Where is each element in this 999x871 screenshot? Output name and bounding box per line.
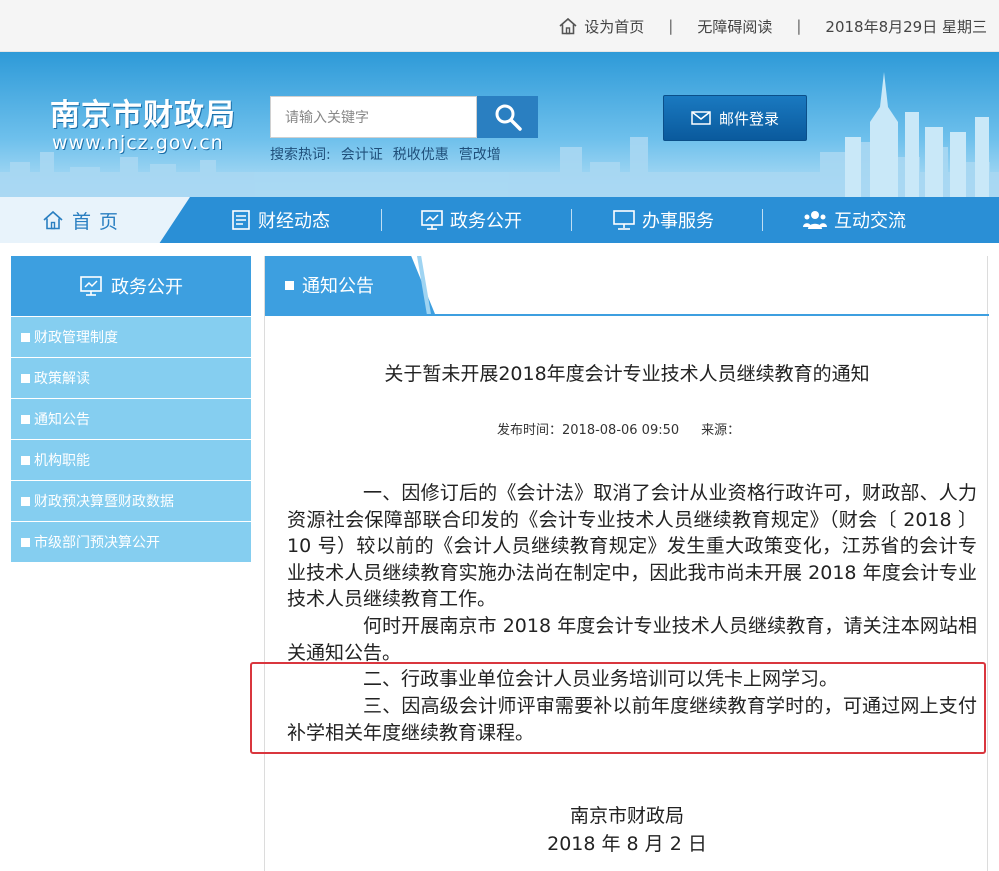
nav-item-label: 财经动态 — [258, 211, 330, 232]
nav-divider — [571, 209, 572, 231]
signature-date: 2018 年 8 月 2 日 — [547, 833, 707, 855]
sidebar-item-label: 市级部门预决算公开 — [34, 535, 160, 551]
header-banner: 南京市财政局 www.njcz.gov.cn 请输入关键字 搜索热词: 会计证 … — [0, 52, 999, 197]
document-icon — [232, 210, 250, 230]
main-nav: 首页 财经动态 政务公开 办事服务 互动交流 — [0, 197, 999, 243]
sidebar-item-label: 财政管理制度 — [34, 330, 118, 346]
site-url: www.njcz.gov.cn — [52, 132, 224, 154]
bullet-square-icon — [21, 332, 30, 342]
sidebar-title: 政务公开 — [11, 256, 251, 316]
sidebar-item-dept-budget[interactable]: 市级部门预决算公开 — [11, 522, 251, 562]
top-bar: 设为首页 | 无障碍阅读 | 2018年8月29日 星期三 — [0, 0, 999, 52]
sidebar-title-label: 政务公开 — [111, 277, 183, 298]
hot-search-words: 搜索热词: 会计证 税收优惠 营改增 — [270, 144, 501, 164]
search-placeholder: 请输入关键字 — [285, 110, 369, 126]
site-logo-text[interactable]: 南京市财政局 — [50, 90, 236, 134]
nav-item-label: 政务公开 — [450, 211, 522, 232]
nav-item-services[interactable]: 办事服务 — [612, 197, 714, 243]
article-paragraph: 何时开展南京市 2018 年度会计专业技术人员继续教育，请关注本网站相关通知公告… — [287, 615, 977, 664]
set-home-link[interactable]: 设为首页 — [558, 16, 644, 37]
computer-icon — [613, 210, 635, 230]
bullet-square-icon — [21, 537, 30, 547]
tab-label: 通知公告 — [302, 276, 374, 297]
separator: | — [668, 17, 674, 35]
bullet-square-icon — [21, 373, 30, 383]
sidebar-item-label: 财政预决算暨财政数据 — [34, 494, 174, 510]
tab-notices[interactable]: 通知公告 — [265, 256, 435, 314]
monitor-chart-icon — [421, 210, 443, 230]
nav-home[interactable]: 首页 — [0, 197, 190, 243]
people-icon — [803, 211, 827, 229]
monitor-chart-icon — [80, 276, 102, 296]
home-icon — [43, 210, 63, 230]
article-panel: 通知公告 关于暂未开展2018年度会计专业技术人员继续教育的通知 发布时间：20… — [264, 256, 989, 871]
accessible-reading-link[interactable]: 无障碍阅读 — [697, 16, 772, 37]
signature-org: 南京市财政局 — [569, 805, 684, 827]
hot-word-link[interactable]: 会计证 — [341, 144, 383, 164]
search-button[interactable] — [477, 96, 538, 138]
article-meta: 发布时间：2018-08-06 09:50 来源： — [497, 419, 762, 438]
separator: | — [796, 17, 802, 35]
nav-item-label: 互动交流 — [834, 211, 906, 232]
hot-search-label: 搜索热词: — [270, 147, 331, 163]
current-date: 2018年8月29日 星期三 — [825, 17, 987, 36]
envelope-icon — [691, 111, 711, 125]
article-paragraph: 一、因修订后的《会计法》取消了会计从业资格行政许可，财政部、人力资源社会保障部联… — [287, 482, 977, 610]
bullet-square-icon — [285, 280, 294, 290]
sidebar: 政务公开 财政管理制度 政策解读 通知公告 机构职能 财政预决算暨财政数据 市级… — [11, 256, 251, 562]
sidebar-item-finance-rules[interactable]: 财政管理制度 — [11, 317, 251, 357]
hot-word-link[interactable]: 营改增 — [459, 144, 501, 164]
nav-divider — [762, 209, 763, 231]
highlight-annotation-box — [250, 662, 986, 754]
hot-word-link[interactable]: 税收优惠 — [393, 144, 449, 164]
sidebar-item-budget-data[interactable]: 财政预决算暨财政数据 — [11, 481, 251, 521]
content-tab-bar: 通知公告 — [265, 256, 989, 316]
sidebar-item-notices[interactable]: 通知公告 — [11, 399, 251, 439]
publish-time: 发布时间：2018-08-06 09:50 — [497, 423, 680, 438]
set-home-label: 设为首页 — [584, 17, 645, 36]
sidebar-item-label: 政策解读 — [34, 371, 90, 387]
home-icon — [559, 17, 577, 35]
article-title: 关于暂未开展2018年度会计专业技术人员继续教育的通知 — [384, 363, 870, 385]
sidebar-item-functions[interactable]: 机构职能 — [11, 440, 251, 480]
sidebar-item-policy[interactable]: 政策解读 — [11, 358, 251, 398]
nav-item-government-affairs[interactable]: 政务公开 — [420, 197, 522, 243]
sidebar-item-label: 通知公告 — [34, 412, 90, 428]
article-source: 来源： — [701, 423, 741, 438]
mail-login-label: 邮件登录 — [718, 109, 779, 128]
nav-item-interaction[interactable]: 互动交流 — [802, 197, 906, 243]
nav-home-label: 首页 — [72, 210, 127, 233]
mail-login-button[interactable]: 邮件登录 — [663, 95, 807, 141]
top-bar-links: 设为首页 | 无障碍阅读 | 2018年8月29日 星期三 — [558, 0, 987, 52]
nav-item-label: 办事服务 — [642, 211, 714, 232]
nav-divider — [381, 209, 382, 231]
sidebar-item-label: 机构职能 — [34, 453, 90, 469]
bullet-square-icon — [21, 455, 30, 465]
bullet-square-icon — [21, 496, 30, 506]
bullet-square-icon — [21, 414, 30, 424]
search-icon — [495, 104, 522, 131]
nav-item-finance-news[interactable]: 财经动态 — [230, 197, 330, 243]
search-input[interactable]: 请输入关键字 — [270, 96, 477, 138]
